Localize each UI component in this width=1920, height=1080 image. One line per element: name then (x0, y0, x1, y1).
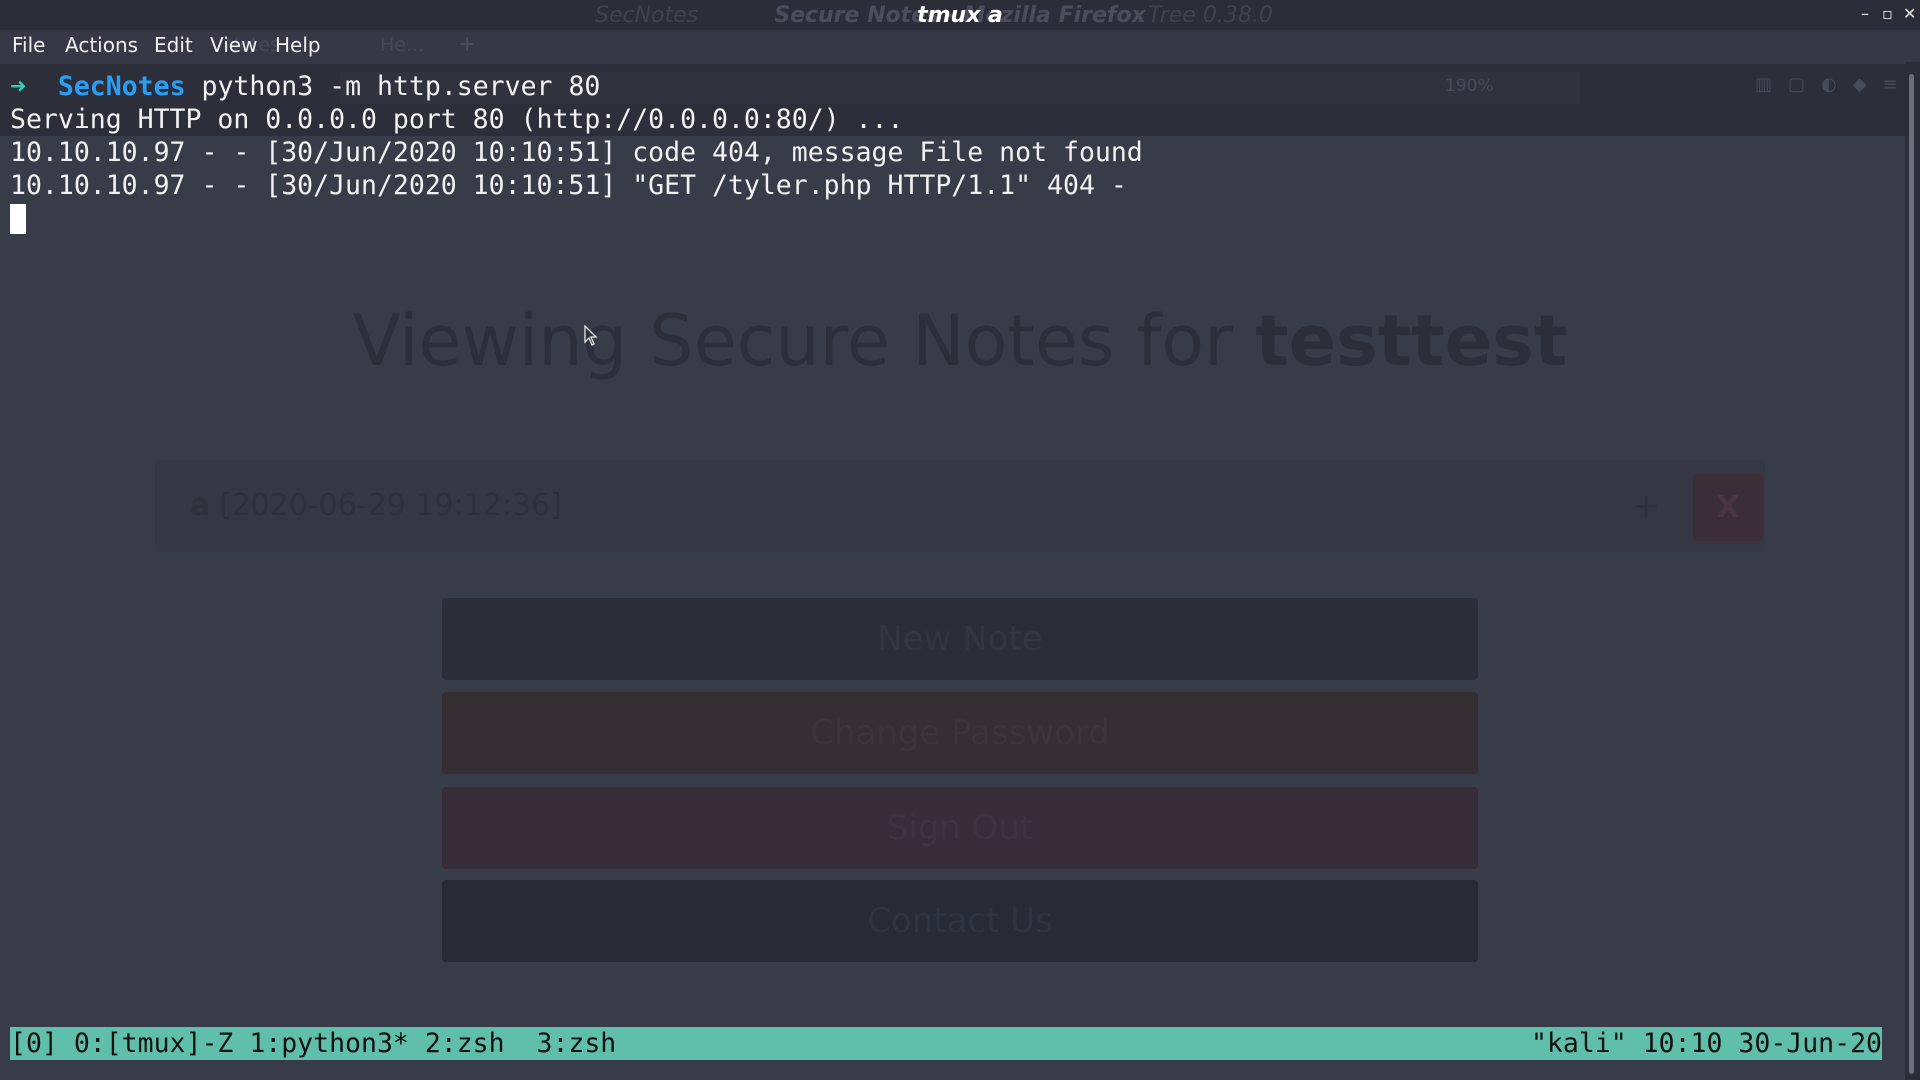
tmux-status-bar: [0] 0:[tmux]-Z 1:python3* 2:zsh 3:zsh "k… (10, 1027, 1882, 1060)
prompt-directory: SecNotes (57, 71, 186, 102)
minimize-icon[interactable]: – (1861, 4, 1869, 23)
prompt-line: ➜ SecNotes python3 -m http.server 80 (10, 70, 600, 103)
menu-view[interactable]: View (210, 33, 257, 57)
output-line: Serving HTTP on 0.0.0.0 port 80 (http://… (10, 104, 904, 135)
output-line: 10.10.10.97 - - [30/Jun/2020 10:10:51] c… (10, 137, 1143, 168)
tmux-window-list[interactable]: [0] 0:[tmux]-Z 1:python3* 2:zsh 3:zsh (10, 1027, 616, 1060)
menu-edit[interactable]: Edit (154, 33, 193, 57)
prompt-command: python3 -m http.server 80 (201, 71, 601, 102)
terminal-scrollbar[interactable] (1905, 62, 1920, 1080)
menu-file[interactable]: File (12, 33, 45, 57)
scrollbar-thumb[interactable] (1909, 74, 1914, 1074)
menu-help[interactable]: Help (275, 33, 321, 57)
tmux-host-clock: "kali" 10:10 30-Jun-20 (1531, 1028, 1882, 1059)
maximize-icon[interactable]: ▫ (1882, 4, 1893, 23)
menubar: File Actions Edit View Help (0, 30, 1920, 62)
mouse-pointer-icon (584, 325, 598, 346)
menu-actions[interactable]: Actions (65, 33, 138, 57)
window-title: tmux a (917, 3, 1003, 28)
window-titlebar[interactable]: SecNotes Secure Notes - Mozilla Firefox … (0, 0, 1920, 30)
terminal-cursor (10, 204, 26, 234)
terminal-pane[interactable]: ➜ SecNotes python3 -m http.server 80 Ser… (0, 62, 1905, 1027)
prompt-arrow-icon: ➜ (10, 71, 26, 102)
close-icon[interactable]: ✕ (1903, 4, 1916, 23)
output-line: 10.10.10.97 - - [30/Jun/2020 10:10:51] "… (10, 170, 1127, 201)
